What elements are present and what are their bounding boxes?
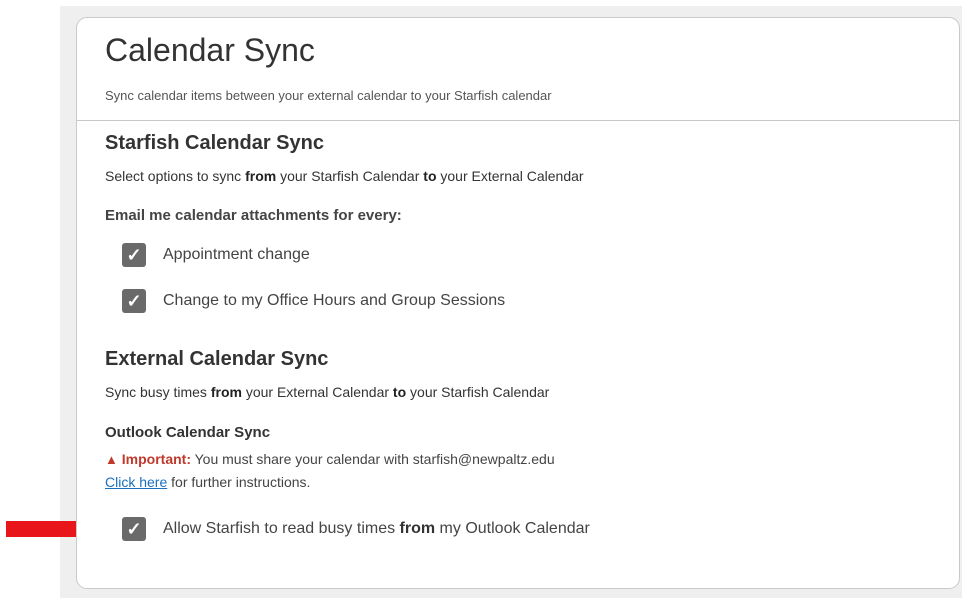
email-attachments-label: Email me calendar attachments for every: bbox=[105, 207, 402, 224]
external-sync-description: Sync busy times from your External Calen… bbox=[105, 384, 550, 400]
appointment-change-option[interactable]: ✓ Appointment change bbox=[122, 242, 310, 268]
checkmark-icon: ✓ bbox=[126, 519, 142, 539]
external-sync-title: External Calendar Sync bbox=[105, 348, 329, 370]
instructions-line: Click here for further instructions. bbox=[105, 474, 310, 490]
important-label: Important: bbox=[121, 451, 191, 467]
important-text: You must share your calendar with starfi… bbox=[190, 451, 555, 467]
allow-busy-times-option[interactable]: ✓ Allow Starfish to read busy times from… bbox=[122, 516, 590, 542]
warning-triangle-icon: ▲ bbox=[105, 452, 118, 467]
page-title: Calendar Sync bbox=[105, 32, 315, 68]
important-notice: ▲ Important: You must share your calenda… bbox=[105, 451, 555, 467]
header-divider bbox=[77, 120, 959, 121]
calendar-sync-panel: Calendar Sync Sync calendar items betwee… bbox=[76, 17, 960, 589]
checkmark-icon: ✓ bbox=[126, 291, 142, 311]
allow-busy-times-label: Allow Starfish to read busy times from m… bbox=[163, 520, 590, 537]
click-here-link[interactable]: Click here bbox=[105, 474, 167, 490]
allow-busy-times-checkbox[interactable]: ✓ bbox=[122, 517, 146, 541]
instructions-text: for further instructions. bbox=[167, 474, 311, 490]
starfish-sync-title: Starfish Calendar Sync bbox=[105, 132, 324, 154]
appointment-change-checkbox[interactable]: ✓ bbox=[122, 243, 146, 267]
starfish-sync-description: Select options to sync from your Starfis… bbox=[105, 168, 584, 184]
checkmark-icon: ✓ bbox=[126, 245, 142, 265]
office-hours-label: Change to my Office Hours and Group Sess… bbox=[163, 292, 506, 309]
page-subtitle: Sync calendar items between your externa… bbox=[105, 88, 552, 103]
office-hours-option[interactable]: ✓ Change to my Office Hours and Group Se… bbox=[122, 288, 505, 314]
appointment-change-label: Appointment change bbox=[163, 246, 310, 263]
outlook-sync-title: Outlook Calendar Sync bbox=[105, 424, 271, 441]
office-hours-checkbox[interactable]: ✓ bbox=[122, 289, 146, 313]
